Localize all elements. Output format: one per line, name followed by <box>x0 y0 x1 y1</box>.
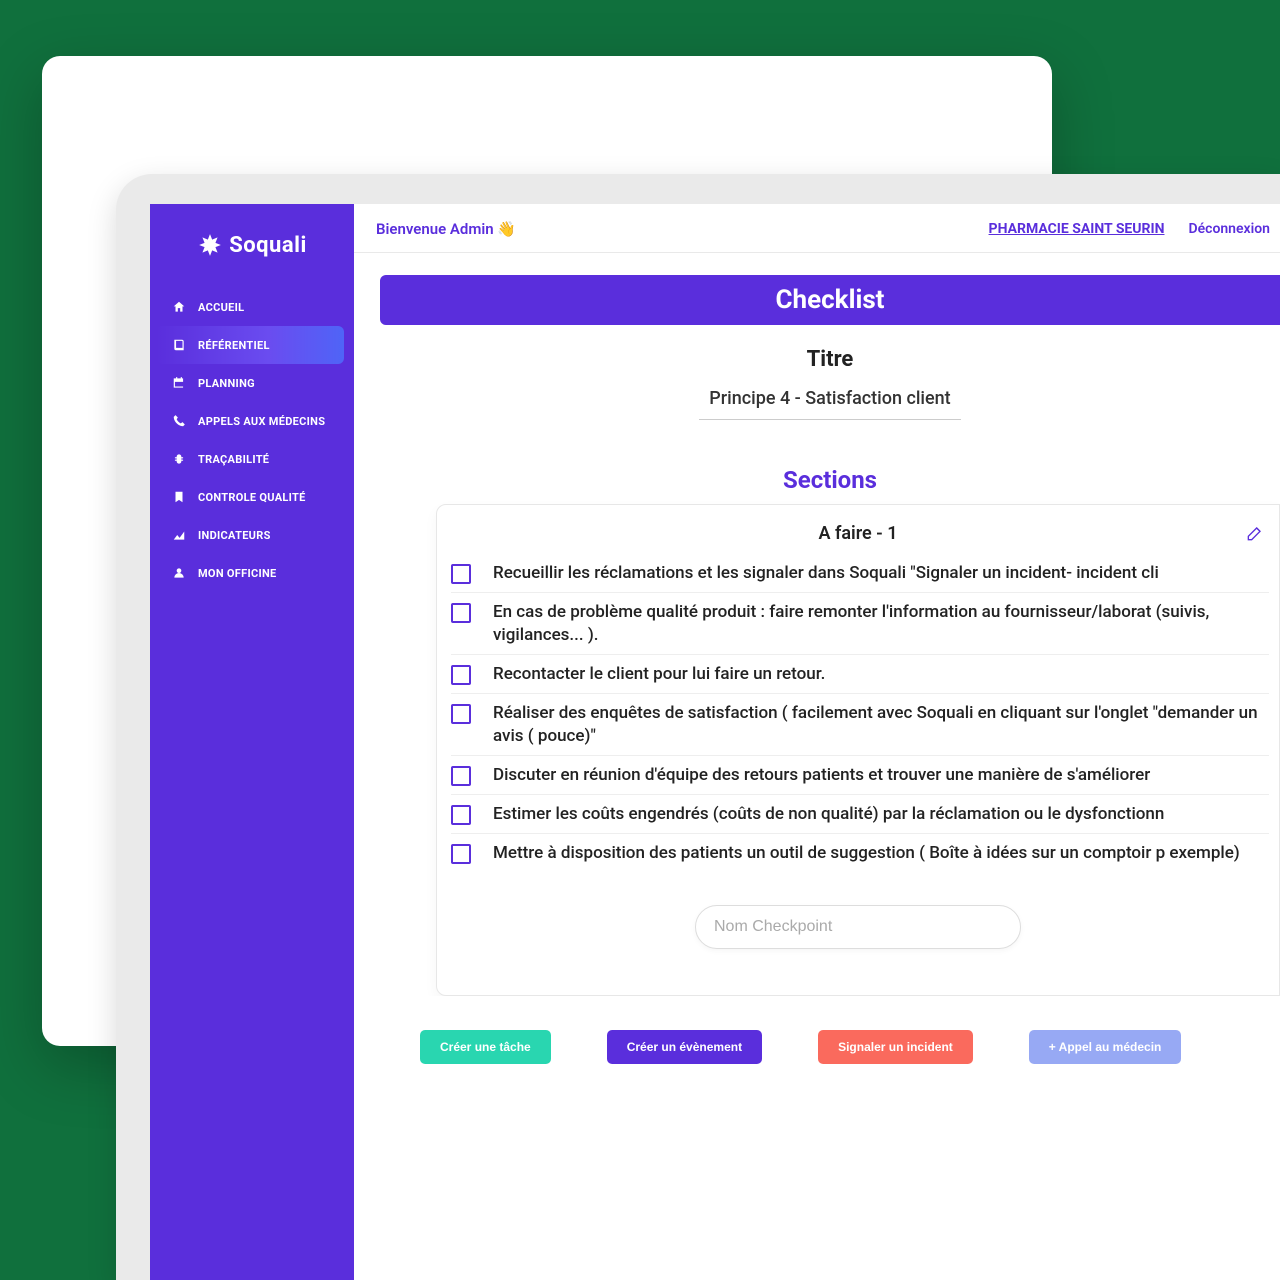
checkbox[interactable] <box>451 564 471 584</box>
sidebar-item-officine[interactable]: MON OFFICINE <box>150 554 354 592</box>
create-event-button[interactable]: Créer un évènement <box>607 1030 762 1064</box>
home-icon <box>172 300 186 314</box>
sidebar-item-planning[interactable]: PLANNING <box>150 364 354 402</box>
section-title: A faire - 1 <box>818 523 897 544</box>
sidebar: Soquali ACCUEIL RÉFÉRENTIEL PLANNING AP <box>150 204 354 1280</box>
check-text: Réaliser des enquêtes de satisfaction ( … <box>493 702 1269 748</box>
title-label: Titre <box>380 347 1280 372</box>
title-block: Titre Principe 4 - Satisfaction client <box>380 347 1280 420</box>
checkbox[interactable] <box>451 665 471 685</box>
check-text: Recontacter le client pour lui faire un … <box>493 663 825 686</box>
sidebar-item-indicateurs[interactable]: INDICATEURS <box>150 516 354 554</box>
brand-logo: Soquali <box>150 222 354 288</box>
topbar: Bienvenue Admin 👋 PHARMACIE SAINT SEURIN… <box>354 204 1280 253</box>
content-area: Checklist Titre Principe 4 - Satisfactio… <box>354 253 1280 1280</box>
sidebar-item-label: CONTROLE QUALITÉ <box>198 491 306 504</box>
checkbox[interactable] <box>451 704 471 724</box>
checkbox[interactable] <box>451 844 471 864</box>
welcome-text: Bienvenue Admin 👋 <box>376 220 516 238</box>
sidebar-item-referentiel[interactable]: RÉFÉRENTIEL <box>156 326 344 364</box>
sidebar-item-tracabilite[interactable]: TRAÇABILITÉ <box>150 440 354 478</box>
checkpoint-name-input[interactable] <box>695 905 1021 949</box>
check-row: Estimer les coûts engendrés (coûts de no… <box>451 795 1269 834</box>
sidebar-item-label: MON OFFICINE <box>198 567 277 580</box>
brand-text: Soquali <box>229 233 307 258</box>
pencil-icon <box>1245 523 1265 543</box>
action-bar: Créer une tâche Créer un évènement Signa… <box>380 996 1280 1098</box>
sidebar-item-accueil[interactable]: ACCUEIL <box>150 288 354 326</box>
checkbox[interactable] <box>451 805 471 825</box>
checklist-header: Checklist <box>380 275 1280 325</box>
checkbox[interactable] <box>451 766 471 786</box>
app-window: Soquali ACCUEIL RÉFÉRENTIEL PLANNING AP <box>116 174 1280 1280</box>
checkbox[interactable] <box>451 603 471 623</box>
check-row: Recontacter le client pour lui faire un … <box>451 655 1269 694</box>
edit-section-button[interactable] <box>1245 523 1265 547</box>
bug-icon <box>172 452 186 466</box>
logout-link[interactable]: Déconnexion <box>1188 221 1270 237</box>
check-text: En cas de problème qualité produit : fai… <box>493 601 1269 647</box>
logo-icon <box>197 232 223 258</box>
sidebar-item-label: INDICATEURS <box>198 529 271 542</box>
sidebar-item-appels[interactable]: APPELS AUX MÉDECINS <box>150 402 354 440</box>
section-header: A faire - 1 <box>437 523 1279 554</box>
check-text: Discuter en réunion d'équipe des retours… <box>493 764 1150 787</box>
check-row: Discuter en réunion d'équipe des retours… <box>451 756 1269 795</box>
pharmacy-link[interactable]: PHARMACIE SAINT SEURIN <box>989 221 1165 237</box>
create-task-button[interactable]: Créer une tâche <box>420 1030 551 1064</box>
sidebar-item-label: TRAÇABILITÉ <box>198 453 269 466</box>
check-text: Mettre à disposition des patients un out… <box>493 842 1240 865</box>
section-card: A faire - 1 Recueillir les réclamations … <box>436 504 1280 996</box>
check-row: Mettre à disposition des patients un out… <box>451 834 1269 872</box>
book-icon <box>172 338 186 352</box>
check-row: En cas de problème qualité produit : fai… <box>451 593 1269 655</box>
check-row: Recueillir les réclamations et les signa… <box>451 554 1269 593</box>
call-doctor-button[interactable]: + Appel au médecin <box>1029 1030 1182 1064</box>
sidebar-item-label: RÉFÉRENTIEL <box>198 339 270 352</box>
sections-label: Sections <box>380 466 1280 494</box>
check-text: Estimer les coûts engendrés (coûts de no… <box>493 803 1164 826</box>
sidebar-nav: ACCUEIL RÉFÉRENTIEL PLANNING APPELS AUX … <box>150 288 354 592</box>
report-incident-button[interactable]: Signaler un incident <box>818 1030 973 1064</box>
checklist-items: Recueillir les réclamations et les signa… <box>437 554 1279 871</box>
sidebar-item-label: ACCUEIL <box>198 301 244 314</box>
sidebar-item-label: APPELS AUX MÉDECINS <box>198 415 325 428</box>
title-value[interactable]: Principe 4 - Satisfaction client <box>699 382 960 420</box>
user-icon <box>172 566 186 580</box>
check-row: Réaliser des enquêtes de satisfaction ( … <box>451 694 1269 756</box>
topbar-right: PHARMACIE SAINT SEURIN Déconnexion <box>989 221 1270 237</box>
chart-icon <box>172 528 186 542</box>
checkpoint-input-wrap <box>437 905 1279 949</box>
calendar-icon <box>172 376 186 390</box>
sidebar-item-label: PLANNING <box>198 377 255 390</box>
phone-icon <box>172 414 186 428</box>
check-text: Recueillir les réclamations et les signa… <box>493 562 1159 585</box>
bookmark-icon <box>172 490 186 504</box>
app-shell: Soquali ACCUEIL RÉFÉRENTIEL PLANNING AP <box>116 174 1280 1280</box>
sidebar-item-controle[interactable]: CONTROLE QUALITÉ <box>150 478 354 516</box>
main-panel: Bienvenue Admin 👋 PHARMACIE SAINT SEURIN… <box>354 204 1280 1280</box>
